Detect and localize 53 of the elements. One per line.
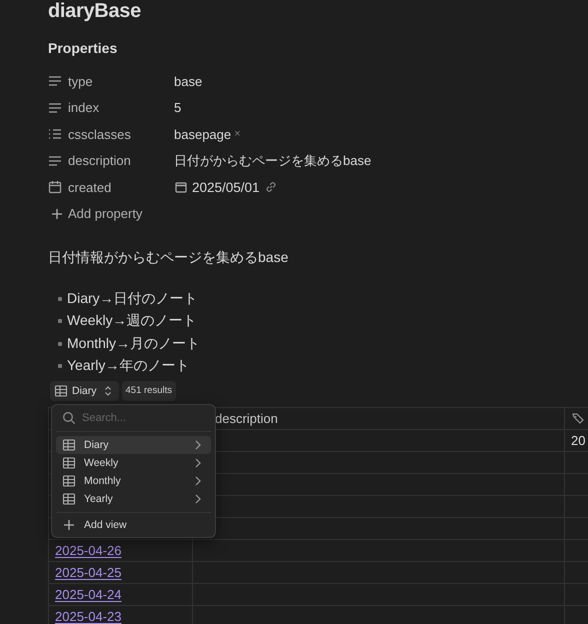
property-name[interactable]: created [68, 180, 174, 195]
list-item: Monthly→月のノート [67, 334, 200, 353]
text-property-icon [48, 100, 62, 115]
table-icon [62, 474, 76, 488]
file-link[interactable]: 2025-04-26 [55, 542, 122, 558]
date-value[interactable]: 2025/05/01 [192, 180, 260, 195]
properties-heading: Properties [48, 39, 118, 57]
property-value[interactable]: 日付がからむページを集めるbase [174, 152, 372, 170]
property-name[interactable]: type [68, 74, 174, 89]
list-property-icon [48, 127, 62, 142]
list-item: Weekly→週のノート [67, 312, 197, 330]
property-name[interactable]: cssclasses [68, 126, 174, 142]
add-property-button[interactable]: Add property [50, 204, 142, 224]
column-header[interactable]: description [215, 410, 278, 426]
view-item[interactable]: Weekly [56, 454, 211, 472]
property-name[interactable]: description [68, 153, 174, 168]
table-icon [62, 456, 76, 470]
table-cell: 20 [571, 432, 586, 448]
view-item[interactable]: Diary [56, 436, 211, 454]
calendar-icon [174, 180, 188, 194]
note-title: diaryBase [48, 0, 142, 22]
search-field[interactable]: Search... [82, 412, 192, 424]
class-pill[interactable]: basepage [174, 126, 232, 142]
property-value[interactable]: 5 [174, 100, 182, 116]
bullet-icon [58, 364, 62, 368]
results-count[interactable]: 451 results [122, 380, 176, 400]
bullet-icon [58, 319, 62, 324]
list-item: Yearly→年のノート [67, 357, 190, 376]
tag-icon [571, 411, 585, 425]
view-item[interactable]: Yearly [56, 490, 211, 508]
search-icon [62, 410, 76, 424]
bullet-icon [58, 296, 62, 301]
file-link[interactable]: 2025-04-23 [55, 608, 122, 624]
add-view-button[interactable]: Add view [56, 516, 211, 534]
file-link[interactable]: 2025-04-24 [55, 586, 122, 602]
table-icon [62, 492, 76, 506]
view-selector[interactable]: Diary [50, 380, 119, 400]
plus-icon [50, 206, 64, 220]
text-property-icon [48, 74, 62, 88]
link-icon [264, 180, 278, 194]
text-property-icon [48, 154, 62, 168]
list-item: Diary→日付のノート [67, 290, 198, 308]
bullet-icon [58, 342, 62, 346]
table-icon [54, 384, 68, 398]
file-link[interactable]: 2025-04-25 [55, 564, 122, 580]
paragraph: 日付情報がからむページを集めるbase [48, 248, 290, 266]
property-name[interactable]: index [68, 100, 174, 116]
table-icon [62, 438, 76, 452]
calendar-icon [48, 180, 62, 194]
view-item[interactable]: Monthly [56, 472, 211, 490]
remove-button[interactable]: × [234, 128, 241, 140]
property-value[interactable]: base [174, 74, 202, 89]
plus-icon [62, 518, 76, 532]
